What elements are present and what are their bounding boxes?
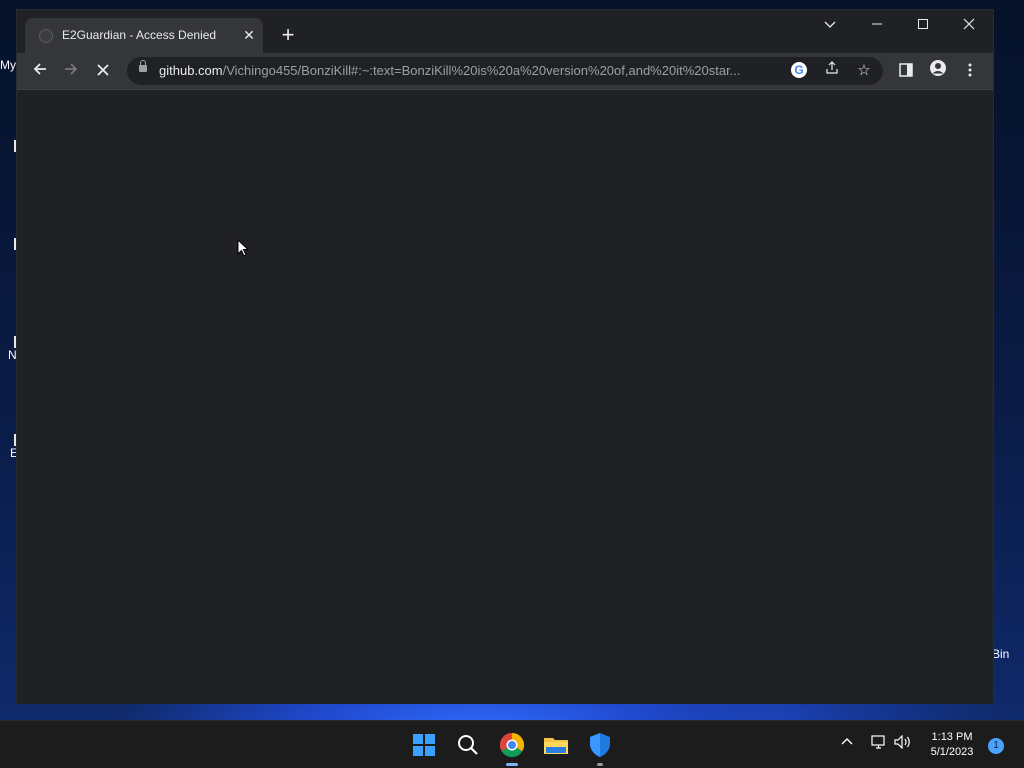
side-panel-icon[interactable] bbox=[893, 58, 919, 84]
tab-strip: E2Guardian - Access Denied ✕ + bbox=[17, 10, 993, 53]
share-icon[interactable] bbox=[821, 60, 843, 82]
tab-favicon-icon bbox=[39, 29, 53, 43]
desktop-icon-label: My bbox=[0, 58, 16, 72]
mouse-cursor-icon bbox=[237, 238, 250, 262]
running-indicator bbox=[597, 763, 603, 766]
google-lens-icon[interactable]: G bbox=[791, 62, 807, 78]
recycle-bin-label[interactable]: Bin bbox=[992, 647, 1009, 661]
running-indicator bbox=[506, 763, 518, 766]
forward-button[interactable] bbox=[58, 58, 84, 84]
profile-avatar-icon[interactable] bbox=[925, 58, 951, 84]
stop-loading-button[interactable] bbox=[90, 58, 116, 84]
clock[interactable]: 1:13 PM 5/1/2023 bbox=[920, 730, 984, 760]
notification-badge[interactable]: 1 bbox=[988, 738, 1004, 754]
back-button[interactable] bbox=[27, 58, 53, 84]
new-tab-button[interactable]: + bbox=[277, 24, 299, 46]
search-icon[interactable] bbox=[452, 729, 484, 761]
url-host: github.com bbox=[159, 63, 223, 78]
browser-toolbar: github.com/Vichingo455/BonziKill#:~:text… bbox=[17, 53, 993, 89]
show-hidden-icons-chevron-icon[interactable] bbox=[838, 735, 856, 751]
clock-time: 1:13 PM bbox=[931, 731, 973, 743]
file-explorer-icon[interactable] bbox=[540, 729, 572, 761]
chrome-menu-icon[interactable] bbox=[957, 58, 983, 84]
defender-shield-icon[interactable] bbox=[584, 729, 616, 766]
url-path: /Vichingo455/BonziKill#:~:text=BonziKill… bbox=[222, 63, 741, 78]
taskbar: 1:13 PM 5/1/2023 1 bbox=[0, 720, 1024, 768]
tab-title: E2Guardian - Access Denied bbox=[62, 28, 217, 42]
chrome-taskbar-icon[interactable] bbox=[496, 729, 528, 766]
url-text[interactable]: github.com/Vichingo455/BonziKill#:~:text… bbox=[159, 63, 779, 78]
desktop-icon-label: N bbox=[8, 348, 17, 362]
chrome-window: E2Guardian - Access Denied ✕ + github.co… bbox=[17, 10, 993, 704]
maximize-button[interactable] bbox=[903, 14, 943, 38]
volume-icon[interactable] bbox=[894, 734, 912, 752]
tab-search-chevron-icon[interactable] bbox=[810, 14, 850, 38]
minimize-button[interactable] bbox=[857, 14, 897, 38]
start-button[interactable] bbox=[408, 729, 440, 761]
tab-active[interactable]: E2Guardian - Access Denied ✕ bbox=[25, 18, 263, 53]
page-viewport[interactable] bbox=[17, 89, 993, 704]
close-window-button[interactable] bbox=[949, 14, 989, 38]
bookmark-star-icon[interactable]: ☆ bbox=[853, 60, 875, 82]
address-bar[interactable]: github.com/Vichingo455/BonziKill#:~:text… bbox=[127, 57, 883, 85]
tab-close-icon[interactable]: ✕ bbox=[240, 26, 258, 44]
lock-icon[interactable] bbox=[139, 60, 147, 72]
network-icon[interactable] bbox=[870, 735, 888, 752]
clock-date: 5/1/2023 bbox=[930, 746, 974, 758]
